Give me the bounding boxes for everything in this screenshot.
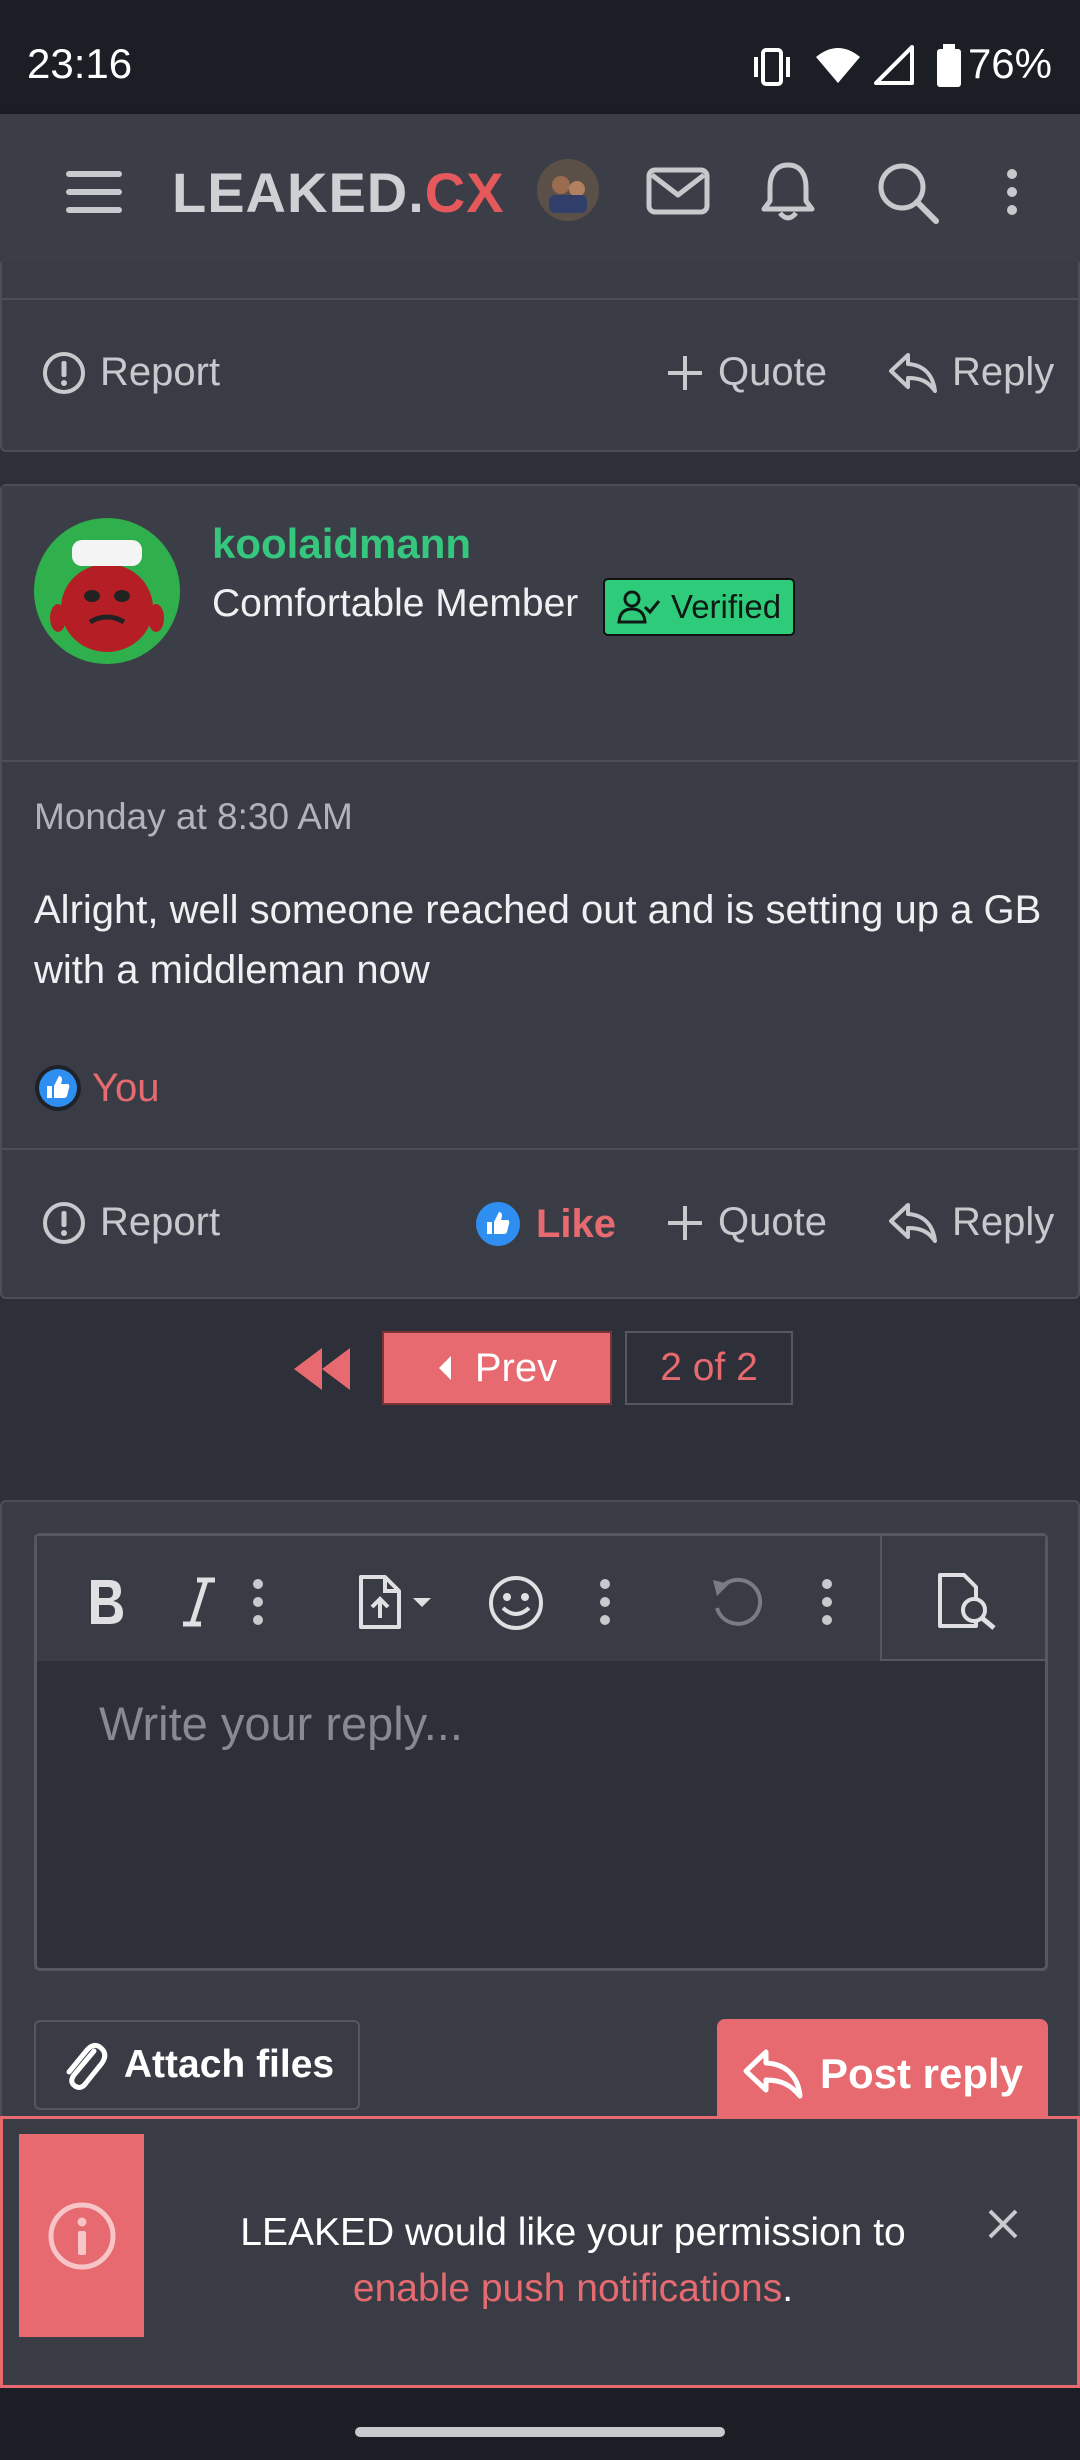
caret-left-icon — [438, 1356, 451, 1380]
menu-icon[interactable] — [66, 169, 122, 215]
like-button[interactable]: Like — [474, 1200, 616, 1248]
push-notification-notice: LEAKED would like your permission to ena… — [0, 2116, 1080, 2388]
preview-icon — [938, 1573, 996, 1630]
paperclip-icon — [66, 2042, 108, 2090]
reply-button[interactable]: Reply — [888, 350, 1054, 395]
status-bar: 23:16 76% — [0, 0, 1080, 114]
quote-button[interactable]: Quote — [666, 350, 827, 395]
plus-icon — [668, 355, 702, 390]
more-vertical-icon[interactable] — [1004, 168, 1020, 216]
post-reply-button[interactable]: Post reply — [717, 2019, 1048, 2129]
reply-button[interactable]: Reply — [888, 1200, 1054, 1245]
report-icon — [43, 1201, 85, 1244]
user-avatar[interactable] — [537, 159, 599, 221]
notice-icon-box — [19, 2134, 144, 2337]
reply-editor[interactable]: Write your reply... — [34, 1533, 1048, 1971]
system-nav-bar — [0, 2388, 1080, 2460]
report-icon — [43, 351, 85, 394]
more-options-icon[interactable] — [599, 1578, 611, 1626]
reaction-user[interactable]: You — [92, 1066, 160, 1111]
divider — [2, 760, 1078, 762]
reply-arrow-icon — [889, 352, 937, 393]
mail-icon[interactable] — [646, 167, 710, 215]
bold-icon[interactable] — [85, 1576, 127, 1628]
vibrate-icon — [754, 48, 790, 86]
attach-files-button[interactable]: Attach files — [34, 2020, 360, 2110]
wifi-icon — [816, 48, 860, 83]
italic-icon[interactable] — [181, 1576, 217, 1628]
editor-toolbar — [37, 1536, 1045, 1661]
prev-page-button[interactable]: Prev — [382, 1331, 612, 1405]
more-options-icon[interactable] — [252, 1578, 264, 1626]
page-indicator[interactable]: 2 of 2 — [625, 1331, 793, 1405]
user-check-icon — [617, 590, 661, 624]
like-reaction-icon — [35, 1065, 81, 1111]
info-icon — [48, 2202, 115, 2269]
search-icon[interactable] — [876, 161, 940, 225]
divider — [2, 298, 1078, 300]
battery-icon — [937, 44, 961, 87]
report-button[interactable]: Report — [42, 350, 220, 395]
more-options-icon[interactable] — [821, 1578, 833, 1626]
post-body: Alright, well someone reached out and is… — [34, 888, 1042, 992]
poster-user-title: Comfortable Member — [212, 582, 579, 625]
preview-button[interactable] — [880, 1536, 1045, 1661]
verified-badge: Verified — [603, 578, 796, 636]
reply-arrow-icon — [743, 2049, 803, 2099]
site-logo[interactable]: LEAKED.CX — [172, 160, 505, 225]
poster-avatar[interactable] — [34, 518, 180, 664]
like-icon — [476, 1202, 520, 1246]
reply-placeholder: Write your reply... — [99, 1697, 463, 1750]
notifications-bell-icon[interactable] — [760, 161, 816, 223]
post-date[interactable]: Monday at 8:30 AM — [34, 796, 353, 838]
app-header: LEAKED.CX — [0, 114, 1080, 269]
emoji-icon[interactable] — [487, 1574, 545, 1632]
notice-message: LEAKED would like your permission to ena… — [240, 2211, 906, 2310]
divider — [2, 1148, 1078, 1150]
reply-arrow-icon — [889, 1202, 937, 1243]
status-time: 23:16 — [27, 40, 133, 87]
insert-file-icon[interactable] — [357, 1574, 437, 1630]
poster-username[interactable]: koolaidmann — [212, 520, 471, 568]
cell-signal-icon — [874, 45, 914, 85]
undo-icon[interactable] — [709, 1574, 767, 1632]
first-page-icon[interactable] — [292, 1346, 352, 1392]
plus-icon — [668, 1205, 702, 1240]
report-button[interactable]: Report — [42, 1200, 220, 1245]
home-indicator[interactable] — [355, 2427, 725, 2437]
enable-push-link[interactable]: enable push notifications — [353, 2267, 782, 2310]
close-icon[interactable] — [986, 2207, 1020, 2241]
battery-percent: 76% — [967, 40, 1052, 87]
quote-button[interactable]: Quote — [666, 1200, 827, 1245]
reaction-summary[interactable] — [34, 1064, 82, 1112]
